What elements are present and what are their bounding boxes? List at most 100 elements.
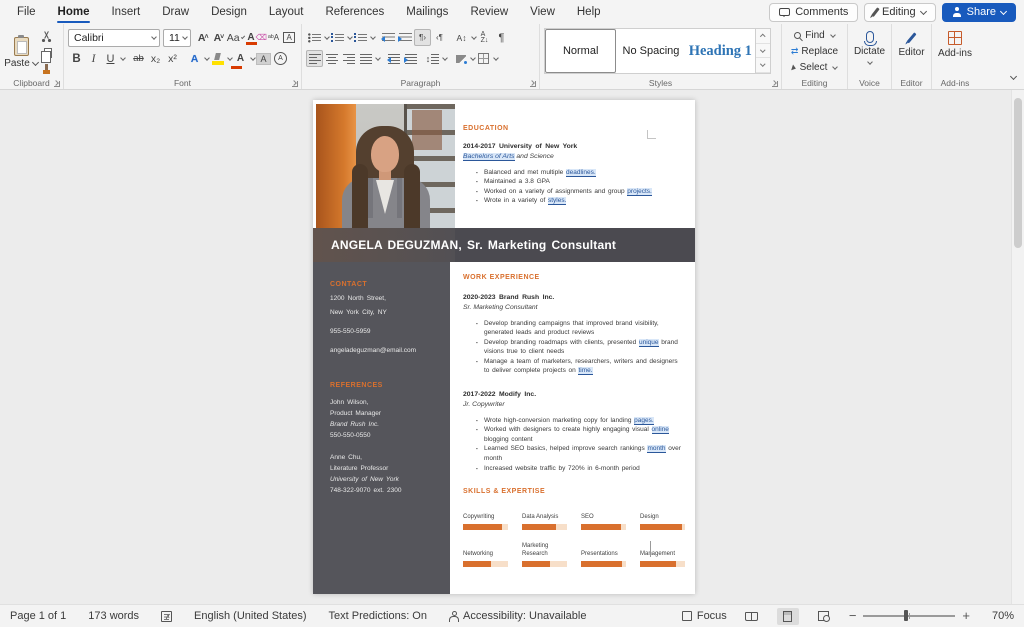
styles-scroll-down-button[interactable] <box>756 44 770 59</box>
doc-link[interactable]: pages. <box>634 417 654 425</box>
subscript-button[interactable]: x₂ <box>147 50 164 67</box>
align-distribute-button[interactable] <box>402 50 419 67</box>
editor-button[interactable]: Editor <box>896 27 927 76</box>
show-hide-marks-button[interactable]: ¶ <box>493 29 510 46</box>
align-right-button[interactable] <box>340 50 357 67</box>
tab-file[interactable]: File <box>6 0 47 24</box>
doc-link[interactable]: unique <box>639 339 659 347</box>
doc-link[interactable]: online <box>652 426 669 434</box>
accessibility-status[interactable]: Accessibility: Unavailable <box>449 610 587 622</box>
replace-button[interactable]: ⇄Replace <box>786 44 843 59</box>
tab-design[interactable]: Design <box>200 0 258 24</box>
tab-insert[interactable]: Insert <box>100 0 151 24</box>
highlight-button[interactable] <box>209 50 226 67</box>
multilevel-list-button[interactable] <box>352 29 369 46</box>
chevron-down-icon[interactable] <box>120 55 126 61</box>
numbering-button[interactable] <box>329 29 346 46</box>
font-name-combo[interactable]: Calibri <box>68 29 160 47</box>
doc-link[interactable]: Bachelors of Arts <box>463 153 515 161</box>
zoom-level[interactable]: 70% <box>984 610 1014 622</box>
doc-link[interactable]: deadlines. <box>566 169 596 177</box>
word-count[interactable]: 173 words <box>88 610 139 622</box>
document-canvas[interactable]: EDUCATION 2014-2017 University of New Yo… <box>0 90 1024 604</box>
character-shading-button[interactable]: A <box>255 50 272 67</box>
italic-button[interactable]: I <box>85 50 102 67</box>
styles-scroll-up-button[interactable] <box>756 29 770 44</box>
phonetic-guide-button[interactable]: ᵃᵇA <box>266 29 282 46</box>
doc-link[interactable]: styles. <box>548 197 566 205</box>
editing-mode-button[interactable]: Editing <box>864 3 935 22</box>
zoom-slider[interactable] <box>863 615 955 616</box>
tab-view[interactable]: View <box>519 0 566 24</box>
tab-references[interactable]: References <box>314 0 395 24</box>
strikethrough-button[interactable]: ab <box>130 50 147 67</box>
tab-home[interactable]: Home <box>47 0 101 24</box>
tab-layout[interactable]: Layout <box>258 0 315 24</box>
clear-formatting-button[interactable]: A⌫ <box>249 29 266 46</box>
rtl-text-direction-button[interactable]: ‹¶ <box>431 29 448 46</box>
bullets-button[interactable] <box>306 29 323 46</box>
collapse-ribbon-button[interactable] <box>1011 66 1016 84</box>
decrease-indent-button[interactable] <box>380 29 397 46</box>
cut-button[interactable] <box>38 30 54 43</box>
clipboard-dialog-launcher[interactable] <box>54 81 60 87</box>
read-mode-button[interactable] <box>741 608 763 625</box>
asian-layout-button[interactable]: A↕ <box>453 29 470 46</box>
sort-button[interactable]: AZ↓ <box>476 29 493 46</box>
page-indicator[interactable]: Page 1 of 1 <box>10 610 66 622</box>
zoom-out-button[interactable]: − <box>849 611 857 621</box>
format-painter-button[interactable] <box>38 63 54 76</box>
style-heading-1[interactable]: Heading 1 <box>686 29 755 73</box>
shrink-font-button[interactable]: A˅ <box>211 29 227 46</box>
styles-more-button[interactable] <box>756 58 770 73</box>
copy-button[interactable] <box>38 46 54 59</box>
styles-dialog-launcher[interactable] <box>772 81 778 87</box>
style-no-spacing[interactable]: No Spacing <box>616 29 685 73</box>
text-predictions-indicator[interactable]: Text Predictions: On <box>329 610 427 622</box>
shading-button[interactable] <box>452 50 469 67</box>
distribute-text-button[interactable] <box>385 50 402 67</box>
addins-button[interactable]: Add-ins <box>936 27 974 76</box>
chevron-down-icon[interactable] <box>375 55 381 61</box>
align-center-button[interactable] <box>323 50 340 67</box>
enclose-characters-button[interactable]: A <box>272 50 289 67</box>
dictate-button[interactable]: Dictate <box>852 27 887 76</box>
select-button[interactable]: Select <box>786 60 843 75</box>
share-button[interactable]: Share <box>942 3 1016 22</box>
font-size-combo[interactable]: 11 <box>163 29 191 47</box>
paste-button[interactable]: Paste <box>4 27 38 76</box>
document-page[interactable]: EDUCATION 2014-2017 University of New Yo… <box>313 100 695 594</box>
tab-help[interactable]: Help <box>566 0 612 24</box>
print-layout-button[interactable] <box>777 608 799 625</box>
vertical-scrollbar[interactable] <box>1011 90 1024 604</box>
ltr-text-direction-button[interactable]: ¶› <box>414 29 431 46</box>
find-button[interactable]: Find <box>786 28 843 43</box>
grow-font-button[interactable]: A˄ <box>195 29 211 46</box>
bold-button[interactable]: B <box>68 50 85 67</box>
doc-link[interactable]: projects. <box>627 188 652 196</box>
chevron-down-icon[interactable] <box>442 55 448 61</box>
language-indicator[interactable]: English (United States) <box>194 610 307 622</box>
chevron-down-icon[interactable] <box>370 34 376 40</box>
doc-link[interactable]: time. <box>578 367 592 375</box>
zoom-in-button[interactable]: + <box>962 611 970 621</box>
justify-button[interactable] <box>357 50 374 67</box>
style-normal[interactable]: Normal <box>545 29 616 73</box>
doc-link[interactable]: month <box>647 445 665 453</box>
increase-indent-button[interactable] <box>397 29 414 46</box>
borders-button[interactable] <box>475 50 492 67</box>
proofing-status[interactable]: ✗ <box>161 611 172 622</box>
superscript-button[interactable]: x² <box>164 50 181 67</box>
zoom-slider-thumb[interactable] <box>904 610 909 621</box>
chevron-down-icon[interactable] <box>493 55 499 61</box>
focus-mode-button[interactable]: Focus <box>682 610 727 622</box>
comments-button[interactable]: Comments <box>769 3 858 22</box>
underline-button[interactable]: U <box>102 50 119 67</box>
scrollbar-thumb[interactable] <box>1014 98 1022 248</box>
text-effects-button[interactable]: A <box>186 50 203 67</box>
align-left-button[interactable] <box>306 50 323 67</box>
line-spacing-button[interactable]: ↕ <box>424 50 441 67</box>
font-color-button[interactable]: A <box>232 50 249 67</box>
tab-mailings[interactable]: Mailings <box>395 0 459 24</box>
font-dialog-launcher[interactable] <box>292 81 298 87</box>
